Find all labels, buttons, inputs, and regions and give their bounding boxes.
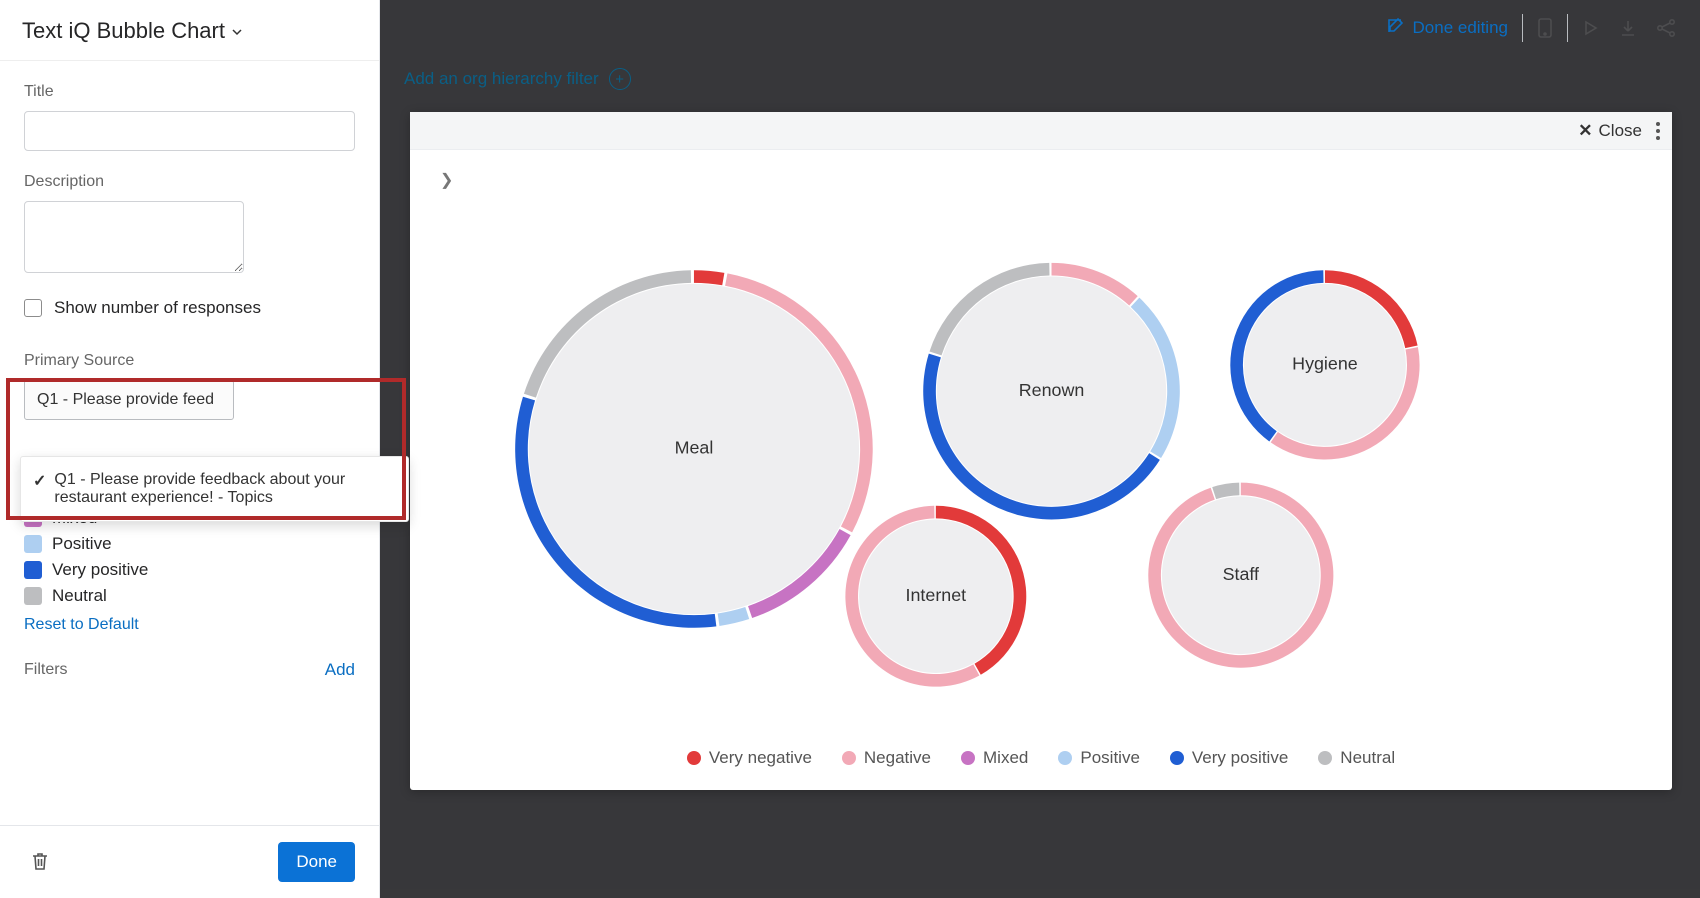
filters-label: Filters (24, 661, 68, 679)
title-input[interactable] (24, 111, 355, 151)
swatch-neutral (24, 587, 42, 605)
reset-default-link[interactable]: Reset to Default (24, 616, 355, 634)
panel-title-text: Text iQ Bubble Chart (22, 18, 225, 44)
chart-widget: ✕ Close ❯ MealRenownHygieneStaffInternet… (410, 112, 1672, 790)
title-label: Title (24, 83, 355, 101)
primary-source-option[interactable]: ✓ Q1 - Please provide feedback about you… (25, 465, 404, 513)
play-preview-button[interactable] (1574, 12, 1606, 44)
description-label: Description (24, 173, 355, 191)
show-responses-label: Show number of responses (54, 298, 261, 318)
legend-negative[interactable]: Negative (842, 748, 931, 768)
delete-button[interactable] (24, 844, 56, 881)
primary-source-option-label: Q1 - Please provide feedback about your … (54, 471, 396, 507)
show-responses-checkbox[interactable] (24, 299, 42, 317)
done-button[interactable]: Done (278, 842, 355, 882)
done-editing-label: Done editing (1413, 18, 1508, 38)
primary-source-dropdown: ✓ Q1 - Please provide feedback about you… (20, 456, 409, 522)
close-widget-button[interactable]: ✕ Close (1578, 121, 1642, 141)
close-icon: ✕ (1578, 121, 1592, 141)
mobile-preview-button[interactable] (1529, 12, 1561, 44)
chevron-down-icon (231, 18, 243, 44)
primary-source-select[interactable]: Q1 - Please provide feed (24, 380, 234, 420)
legend-label: Positive (52, 534, 112, 554)
download-button[interactable] (1612, 12, 1644, 44)
svg-text:Staff: Staff (1223, 564, 1259, 584)
widget-header: ✕ Close (410, 112, 1672, 150)
config-panel: Text iQ Bubble Chart Title Description S… (0, 0, 380, 898)
legend-positive[interactable]: Positive (1058, 748, 1140, 768)
org-filter-label: Add an org hierarchy filter (404, 69, 599, 89)
svg-text:Renown: Renown (1019, 380, 1085, 400)
legend-neutral[interactable]: Neutral (1318, 748, 1395, 768)
svg-text:Internet: Internet (906, 585, 967, 605)
close-label: Close (1599, 121, 1642, 141)
add-filter-link[interactable]: Add (325, 660, 355, 680)
plus-circle-icon: + (609, 68, 631, 90)
legend-label: Neutral (52, 586, 107, 606)
legend-label: Very positive (52, 560, 148, 580)
primary-source-selected: Q1 - Please provide feed (37, 391, 214, 409)
primary-source-label: Primary Source (24, 352, 355, 370)
legend-very-positive[interactable]: Very positive (1170, 748, 1288, 768)
swatch-positive (24, 535, 42, 553)
widget-menu-button[interactable] (1656, 122, 1660, 140)
chart-legend: Very negative Negative Mixed Positive Ve… (410, 748, 1672, 790)
add-org-hierarchy-filter[interactable]: Add an org hierarchy filter + (404, 68, 631, 90)
svg-text:Hygiene: Hygiene (1292, 354, 1358, 374)
svg-text:Meal: Meal (675, 438, 714, 458)
chart-body: ❯ MealRenownHygieneStaffInternet (410, 150, 1672, 748)
check-icon: ✓ (33, 471, 46, 491)
trash-icon (30, 860, 50, 875)
swatch-very-positive (24, 561, 42, 579)
legend-mixed[interactable]: Mixed (961, 748, 1028, 768)
done-editing-button[interactable]: Done editing (1377, 10, 1516, 47)
bubble-chart-svg: Meal Renown Hygiene Staff Internet (410, 150, 1672, 748)
canvas-toolbar: Done editing (380, 0, 1700, 56)
panel-title[interactable]: Text iQ Bubble Chart (0, 0, 379, 60)
canvas: Done editing Add an org hierarchy filter… (380, 0, 1700, 898)
share-button[interactable] (1650, 12, 1682, 44)
legend-very-negative[interactable]: Very negative (687, 748, 812, 768)
description-input[interactable] (24, 201, 244, 273)
edit-icon (1385, 16, 1405, 41)
